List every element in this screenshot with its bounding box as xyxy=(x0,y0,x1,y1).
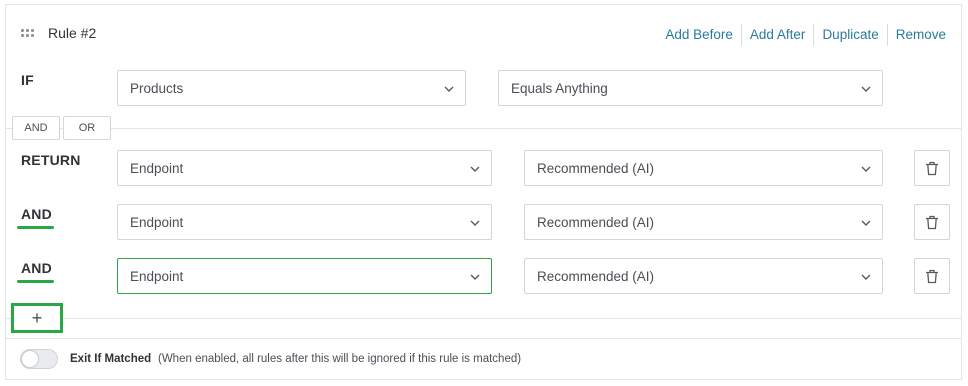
and-keyword-highlight xyxy=(17,226,54,229)
condition-operator-select[interactable]: Equals Anything xyxy=(498,70,883,106)
trash-icon xyxy=(926,215,938,229)
plus-icon: + xyxy=(31,308,43,328)
footer-divider xyxy=(6,338,961,339)
chevron-down-icon xyxy=(861,220,871,226)
rule-title: Rule #2 xyxy=(48,25,97,41)
rule-actions: Add Before Add After Duplicate Remove xyxy=(657,24,946,46)
return-value-value: Recommended (AI) xyxy=(537,268,655,284)
if-keyword: IF xyxy=(21,72,34,88)
remove-link[interactable]: Remove xyxy=(888,24,946,46)
and-keyword-highlight xyxy=(17,280,54,283)
delete-row-button[interactable] xyxy=(914,258,950,294)
return-field-value: Endpoint xyxy=(130,214,184,230)
duplicate-link[interactable]: Duplicate xyxy=(814,24,888,46)
condition-operator-value: Equals Anything xyxy=(511,80,608,96)
trash-icon xyxy=(926,161,938,175)
drag-handle-icon[interactable] xyxy=(21,29,34,39)
return-field-value: Endpoint xyxy=(130,160,184,176)
trash-icon xyxy=(926,269,938,283)
and-keyword: AND xyxy=(21,206,52,222)
return-value-value: Recommended (AI) xyxy=(537,214,655,230)
exit-if-matched-toggle[interactable] xyxy=(20,349,58,369)
add-row-divider xyxy=(6,318,961,319)
return-value-select[interactable]: Recommended (AI) xyxy=(524,258,883,294)
or-toggle-button[interactable]: OR xyxy=(63,116,111,140)
rule-card: Rule #2 Add Before Add After Duplicate R… xyxy=(5,4,962,380)
return-field-select[interactable]: Endpoint xyxy=(117,204,492,240)
delete-row-button[interactable] xyxy=(914,150,950,186)
return-keyword: RETURN xyxy=(21,152,81,168)
chevron-down-icon xyxy=(470,220,480,226)
exit-if-matched-note: (When enabled, all rules after this will… xyxy=(158,353,522,365)
add-after-link[interactable]: Add After xyxy=(742,24,815,46)
add-return-button[interactable]: + xyxy=(11,303,63,333)
chevron-down-icon xyxy=(470,274,480,280)
condition-field-select[interactable]: Products xyxy=(117,70,466,106)
chevron-down-icon xyxy=(861,274,871,280)
chevron-down-icon xyxy=(470,166,480,172)
return-field-value: Endpoint xyxy=(130,268,184,284)
return-value-select[interactable]: Recommended (AI) xyxy=(524,204,883,240)
toggle-knob xyxy=(22,351,38,367)
add-before-link[interactable]: Add Before xyxy=(657,24,742,46)
logic-divider xyxy=(6,128,961,129)
return-field-select[interactable]: Endpoint xyxy=(117,150,492,186)
condition-field-value: Products xyxy=(130,80,184,96)
and-keyword: AND xyxy=(21,260,52,276)
delete-row-button[interactable] xyxy=(914,204,950,240)
chevron-down-icon xyxy=(861,86,871,92)
return-value-value: Recommended (AI) xyxy=(537,160,655,176)
return-value-select[interactable]: Recommended (AI) xyxy=(524,150,883,186)
chevron-down-icon xyxy=(444,86,454,92)
return-field-select[interactable]: Endpoint xyxy=(117,258,492,294)
chevron-down-icon xyxy=(861,166,871,172)
exit-if-matched-label: Exit If Matched xyxy=(70,353,152,365)
and-toggle-button[interactable]: AND xyxy=(12,116,60,140)
